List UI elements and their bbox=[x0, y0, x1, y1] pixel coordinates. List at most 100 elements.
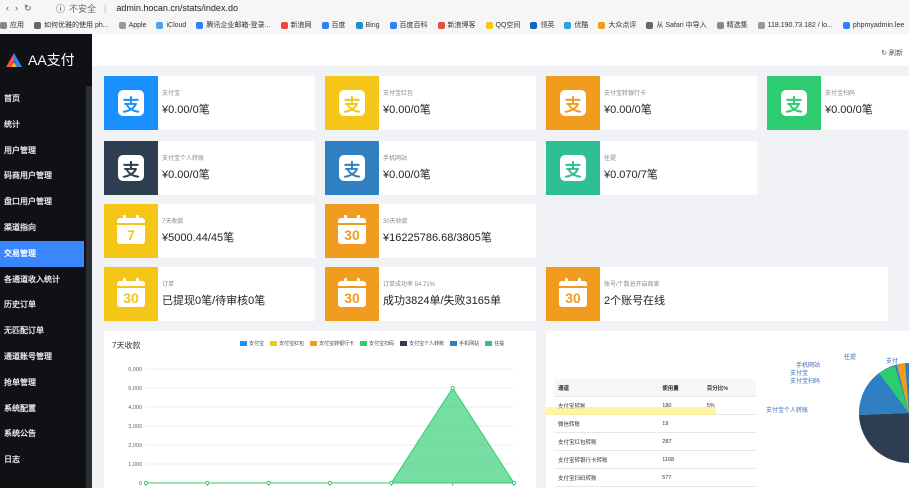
table-cell: 577 bbox=[658, 468, 703, 487]
bookmark-item[interactable]: 新浪博客 bbox=[437, 20, 476, 30]
bookmark-item[interactable]: phpmyadmin.lee bbox=[842, 21, 905, 29]
data-point[interactable] bbox=[143, 480, 149, 486]
sidebar-item[interactable]: 盘口用户管理 bbox=[0, 189, 92, 215]
sidebar-item[interactable]: 渠道指向 bbox=[0, 215, 92, 241]
sidebar-scrollbar[interactable] bbox=[86, 86, 92, 488]
data-point[interactable] bbox=[511, 480, 517, 486]
sidebar-item[interactable]: 首页 bbox=[0, 86, 92, 112]
bookmark-item[interactable]: 新浪网 bbox=[280, 20, 312, 30]
stat-card[interactable]: 7 7天收款 ¥5000.44/45笔 bbox=[104, 204, 315, 258]
sidebar-item[interactable]: 用户管理 bbox=[0, 138, 92, 164]
bookmark-item[interactable]: 如何优雅的使用 ph... bbox=[34, 20, 109, 30]
bookmark-item[interactable]: iCloud bbox=[156, 21, 187, 29]
table-row[interactable]: 支付宝红包转账 287 bbox=[554, 432, 756, 451]
stat-card[interactable]: 支 支付宝扫码 ¥0.00/0笔 bbox=[767, 76, 909, 130]
sidebar-item[interactable]: 码商用户管理 bbox=[0, 163, 92, 189]
sidebar-item[interactable]: 历史订单 bbox=[0, 292, 92, 318]
bookmark-label: 如何优雅的使用 ph... bbox=[44, 22, 109, 29]
card-value: ¥0.00/0笔 bbox=[604, 104, 652, 116]
bookmark-item[interactable]: 应用 bbox=[0, 20, 24, 30]
bookmark-item[interactable]: 118.190.73.182 / lo... bbox=[757, 21, 833, 29]
bookmark-icon bbox=[34, 21, 41, 29]
card-title: 账号/个数总开启商家 bbox=[604, 282, 660, 288]
content-header: ↻ 刷新 bbox=[92, 34, 909, 66]
sidebar-item[interactable]: 统计 bbox=[0, 112, 92, 138]
bookmark-item[interactable]: 领英 bbox=[530, 20, 554, 30]
card-icon-box: 7 bbox=[104, 204, 158, 258]
bookmark-icon bbox=[564, 21, 572, 29]
sidebar-item[interactable]: 系统公告 bbox=[0, 421, 92, 447]
bookmark-item[interactable]: 精选集 bbox=[716, 20, 748, 30]
bookmark-item[interactable]: 百度 bbox=[321, 20, 346, 30]
stat-card[interactable]: 支 支付宝 ¥0.00/0笔 bbox=[104, 76, 315, 130]
card-icon-box: 支 bbox=[546, 76, 600, 130]
sidebar-item[interactable]: 无匹配订单 bbox=[0, 318, 92, 344]
card-value: ¥0.00/0笔 bbox=[383, 104, 431, 116]
info-icon[interactable]: ⓘ bbox=[56, 2, 65, 15]
sidebar: AA支付 首页 统计 用户管理 码商用户管理 盘口用户管理 渠道指向 交易管理 各通道收入统计… bbox=[0, 34, 92, 488]
bookmark-label: 百度 bbox=[331, 22, 346, 29]
pie-label: 支付宝个人转账 bbox=[766, 408, 809, 414]
bookmark-icon bbox=[355, 21, 363, 29]
bookmark-item[interactable]: Apple bbox=[118, 21, 147, 29]
sidebar-item[interactable]: 抢单管理 bbox=[0, 370, 92, 396]
reload-icon[interactable]: ↻ bbox=[24, 3, 32, 14]
bookmark-label: 百度百科 bbox=[399, 22, 428, 29]
series-area[interactable] bbox=[146, 387, 515, 484]
bookmark-item[interactable]: 百度百科 bbox=[389, 20, 428, 30]
sidebar-item[interactable]: 日志 bbox=[0, 447, 92, 473]
stat-card[interactable]: 支 支付宝转银行卡 ¥0.00/0笔 bbox=[546, 76, 757, 130]
bookmark-icon bbox=[389, 21, 397, 29]
table-cell: 微信转账 bbox=[554, 414, 659, 433]
forward-icon[interactable]: › bbox=[15, 3, 18, 14]
table-row[interactable]: 支付宝扫码转账 577 bbox=[554, 468, 756, 487]
url-text[interactable]: admin.hocan.cn/stats/index.do bbox=[116, 3, 238, 13]
area-chart: 6,000 5,000 4,000 3,000 2,000 1,000 0 bbox=[128, 367, 517, 487]
calendar-number: 30 bbox=[565, 290, 581, 306]
card-icon-box: 30 bbox=[104, 267, 158, 321]
stat-card[interactable]: 30 订单成功率 54.71% 成功3824单/失败3165单 bbox=[325, 267, 536, 321]
stat-card[interactable]: 30 30天收款 ¥16225786.68/3805笔 bbox=[325, 204, 536, 258]
stat-card[interactable]: 支 手机网站 ¥0.00/0笔 bbox=[325, 141, 536, 195]
stat-card[interactable]: 支 支付宝个人转账 ¥0.00/0笔 bbox=[104, 141, 315, 195]
sidebar-item[interactable]: 各通道收入统计 bbox=[0, 267, 92, 293]
data-point[interactable] bbox=[205, 480, 210, 486]
data-point[interactable] bbox=[327, 480, 333, 486]
alipay-icon: 支 bbox=[118, 90, 144, 116]
card-title: 支付宝扫码 bbox=[825, 91, 856, 97]
sidebar-item[interactable]: 系统配置 bbox=[0, 396, 92, 422]
bookmark-icon bbox=[598, 21, 606, 29]
card-title: 支付宝红包 bbox=[383, 91, 414, 97]
stat-card[interactable]: 支 支付宝红包 ¥0.00/0笔 bbox=[325, 76, 536, 130]
bookmark-label: Apple bbox=[128, 21, 147, 29]
table-row[interactable]: 支付宝转银行卡转账 1168 bbox=[554, 450, 756, 469]
card-value: 成功3824单/失败3165单 bbox=[383, 295, 501, 307]
bookmark-item[interactable]: 大众点评 bbox=[598, 20, 636, 30]
data-point[interactable] bbox=[266, 480, 271, 486]
bookmark-item[interactable]: Bing bbox=[355, 21, 380, 29]
bookmark-label: iCloud bbox=[166, 21, 187, 29]
table-header-row: 通道 使用量 百分比% bbox=[554, 379, 756, 397]
card-value: 2个账号在线 bbox=[604, 295, 666, 307]
bookmark-label: Bing bbox=[365, 21, 380, 29]
bookmark-icon bbox=[842, 21, 850, 29]
back-icon[interactable]: ‹ bbox=[6, 3, 9, 14]
data-point[interactable] bbox=[389, 480, 394, 486]
bookmark-icon bbox=[485, 21, 493, 29]
stat-card[interactable]: 30 订单 已提现0笔/待审核0笔 bbox=[104, 267, 315, 321]
data-point[interactable] bbox=[450, 385, 455, 391]
bookmark-item[interactable]: QQ空间 bbox=[485, 20, 520, 30]
bookmark-item[interactable]: 从 Safari 中导入 bbox=[646, 20, 707, 30]
bookmark-item[interactable]: 优酷 bbox=[564, 20, 588, 30]
stat-card[interactable]: 支 任提 ¥0.070/7笔 bbox=[546, 141, 757, 195]
sidebar-item[interactable]: 交易管理 bbox=[0, 240, 84, 267]
brand-logo[interactable]: AA支付 bbox=[0, 34, 92, 86]
sidebar-item[interactable]: 通道账号管理 bbox=[0, 344, 92, 370]
bookmark-item[interactable]: 腾讯企业邮箱-登录... bbox=[196, 20, 271, 30]
bookmark-label: phpmyadmin.lee bbox=[852, 21, 905, 29]
refresh-button[interactable]: ↻ 刷新 bbox=[881, 48, 903, 58]
table-row[interactable]: 微信转账 19 bbox=[554, 414, 756, 433]
stat-card[interactable]: 30 账号/个数总开启商家 2个账号在线 bbox=[546, 267, 888, 321]
table-cell: 19 bbox=[658, 414, 703, 433]
bookmark-label: 精选集 bbox=[726, 22, 748, 29]
